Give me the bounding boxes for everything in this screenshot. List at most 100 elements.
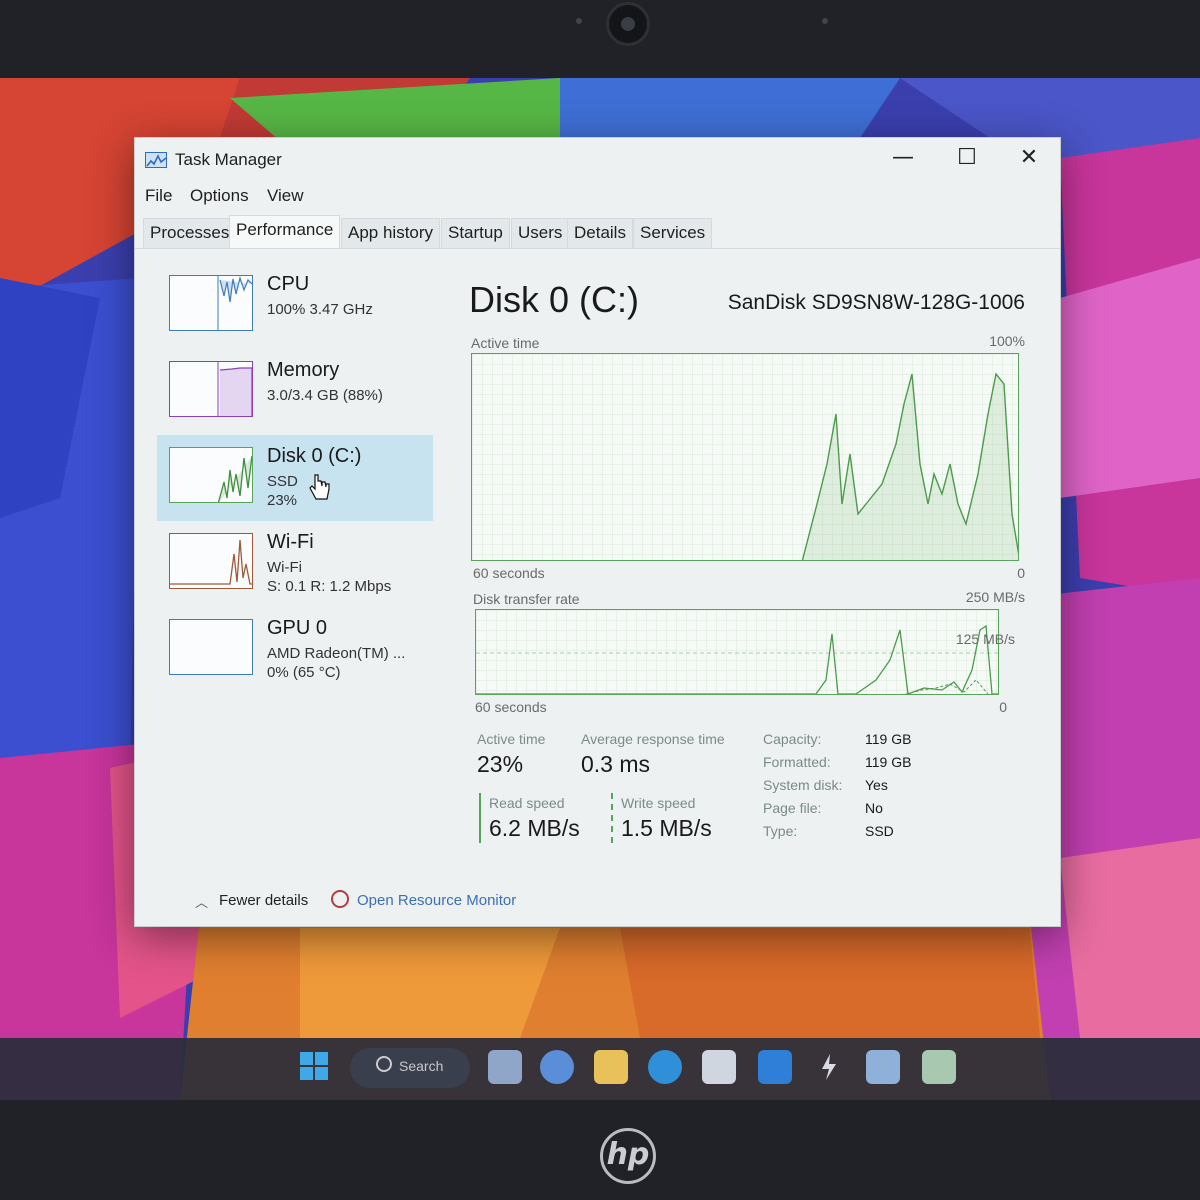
info-formatted-key: Formatted:: [763, 754, 831, 770]
hp-logo: hp: [600, 1128, 656, 1184]
sidebar-item-disk[interactable]: Disk 0 (C:) SSD 23%: [157, 435, 433, 521]
info-capacity-value: 119 GB: [865, 731, 912, 747]
write-speed-legend-line: [611, 793, 613, 843]
menu-bar: File Options View: [135, 182, 1060, 210]
sidebar-wifi-throughput: S: 0.1 R: 1.2 Mbps: [267, 578, 392, 595]
sidebar-gpu-title: GPU 0: [267, 617, 328, 639]
taskbar: Search: [0, 1038, 1200, 1100]
window-footer: ︿ Fewer details Open Resource Monitor: [135, 888, 1060, 918]
tab-startup[interactable]: Startup: [441, 218, 510, 248]
sidebar-memory-title: Memory: [267, 359, 340, 381]
tab-processes[interactable]: Processes: [143, 218, 237, 248]
active-time-graph-max: 100%: [989, 333, 1025, 349]
window-title: Task Manager: [175, 150, 282, 169]
sensor-dot: [822, 18, 828, 24]
active-time-stat-value: 23%: [477, 751, 524, 777]
task-manager-taskbar-icon[interactable]: [922, 1050, 956, 1084]
desktop-screen: Task Manager — ☐ ✕ File Options View Pro…: [0, 78, 1200, 1100]
dropbox-icon[interactable]: [758, 1050, 792, 1084]
sidebar-item-wifi[interactable]: Wi-Fi Wi-Fi S: 0.1 R: 1.2 Mbps: [157, 521, 433, 607]
info-formatted-value: 119 GB: [865, 754, 912, 770]
info-system-disk-key: System disk:: [763, 777, 843, 793]
write-speed-label: Write speed: [621, 795, 696, 811]
read-speed-legend-line: [479, 793, 481, 843]
info-page-file-key: Page file:: [763, 800, 822, 816]
sidebar-wifi-title: Wi-Fi: [267, 531, 314, 553]
sidebar-disk-type: SSD: [267, 473, 298, 490]
task-manager-window: Task Manager — ☐ ✕ File Options View Pro…: [134, 137, 1061, 927]
sidebar-item-memory[interactable]: Memory 3.0/3.4 GB (88%): [157, 349, 433, 435]
task-view-icon[interactable]: [488, 1050, 522, 1084]
write-speed-value: 1.5 MB/s: [621, 815, 712, 841]
avg-response-label: Average response time: [581, 731, 725, 747]
info-type-key: Type:: [763, 823, 798, 839]
open-resource-monitor-link[interactable]: Open Resource Monitor: [357, 892, 516, 909]
transfer-graph-max: 250 MB/s: [965, 589, 1025, 605]
disk-transfer-rate-graph: [475, 609, 999, 695]
sidebar-memory-usage: 3.0/3.4 GB (88%): [267, 387, 383, 404]
sidebar-item-gpu[interactable]: GPU 0 AMD Radeon(TM) ... 0% (65 °C): [157, 607, 433, 693]
file-explorer-icon[interactable]: [594, 1050, 628, 1084]
disk-model-name: SanDisk SD9SN8W-128G-1006: [727, 291, 1025, 314]
tab-strip: Processes Performance App history Startu…: [143, 215, 843, 248]
lightning-app-icon[interactable]: [812, 1050, 846, 1084]
wifi-thumbnail-graph: [169, 533, 253, 589]
sidebar-gpu-model: AMD Radeon(TM) ...: [267, 645, 406, 662]
chat-icon[interactable]: [540, 1050, 574, 1084]
transfer-graph-duration: 60 seconds: [475, 699, 547, 715]
memory-thumbnail-graph: [169, 361, 253, 417]
active-time-graph-label: Active time: [471, 335, 540, 351]
tab-app-history[interactable]: App history: [341, 218, 441, 248]
menu-view[interactable]: View: [267, 186, 304, 206]
store-icon[interactable]: [702, 1050, 736, 1084]
info-type-value: SSD: [865, 823, 894, 839]
sidebar-wifi-adapter: Wi-Fi: [267, 559, 302, 576]
sidebar-item-cpu[interactable]: CPU 100% 3.47 GHz: [157, 263, 433, 349]
chevron-up-icon: ︿: [195, 896, 209, 911]
gpu-thumbnail-graph: [169, 619, 253, 675]
edge-browser-icon[interactable]: [648, 1050, 682, 1084]
sidebar-disk-title: Disk 0 (C:): [267, 445, 362, 467]
menu-options[interactable]: Options: [190, 186, 249, 206]
network-app-icon[interactable]: [866, 1050, 900, 1084]
microphone-dot: [576, 18, 582, 24]
fewer-details-button[interactable]: Fewer details: [219, 892, 308, 909]
hand-cursor-icon: [309, 474, 330, 500]
disk-detail-panel: Disk 0 (C:) SanDisk SD9SN8W-128G-1006 Ac…: [465, 273, 1045, 893]
title-bar[interactable]: Task Manager — ☐ ✕: [135, 138, 1060, 178]
cpu-thumbnail-graph: [169, 275, 253, 331]
avg-response-value: 0.3 ms: [581, 751, 651, 777]
info-page-file-value: No: [865, 800, 883, 816]
active-time-graph-min: 0: [1017, 565, 1025, 581]
transfer-graph-min: 0: [999, 699, 1007, 715]
tab-services[interactable]: Services: [633, 218, 713, 248]
resource-monitor-icon: [331, 890, 349, 908]
sidebar-disk-usage: 23%: [267, 492, 298, 509]
info-system-disk-value: Yes: [865, 777, 888, 793]
info-capacity-key: Capacity:: [763, 731, 822, 747]
active-time-stat-label: Active time: [477, 731, 546, 747]
transfer-graph-mid: 125 MB/s: [955, 631, 1015, 647]
close-button[interactable]: ✕: [1001, 142, 1057, 174]
taskbar-search-label: Search: [399, 1058, 444, 1074]
start-button[interactable]: [300, 1052, 330, 1082]
tab-divider: [135, 248, 1060, 249]
maximize-button[interactable]: ☐: [939, 142, 995, 174]
page-title: Disk 0 (C:): [469, 279, 639, 320]
read-speed-label: Read speed: [489, 795, 565, 811]
transfer-graph-label: Disk transfer rate: [473, 591, 580, 607]
performance-sidebar: CPU 100% 3.47 GHz Memory 3.0/3.4 GB (88%…: [149, 263, 435, 883]
minimize-button[interactable]: —: [875, 142, 931, 174]
search-icon: [376, 1056, 392, 1072]
tab-performance[interactable]: Performance: [229, 215, 341, 248]
active-time-graph: [471, 353, 1019, 561]
tab-users[interactable]: Users: [511, 218, 570, 248]
sidebar-gpu-usage: 0% (65 °C): [267, 664, 341, 681]
tab-details[interactable]: Details: [567, 218, 633, 248]
task-manager-app-icon: [145, 152, 167, 168]
disk-thumbnail-graph: [169, 447, 253, 503]
webcam: [606, 2, 650, 46]
menu-file[interactable]: File: [145, 186, 172, 206]
read-speed-value: 6.2 MB/s: [489, 815, 580, 841]
sidebar-cpu-usage: 100% 3.47 GHz: [267, 301, 373, 318]
